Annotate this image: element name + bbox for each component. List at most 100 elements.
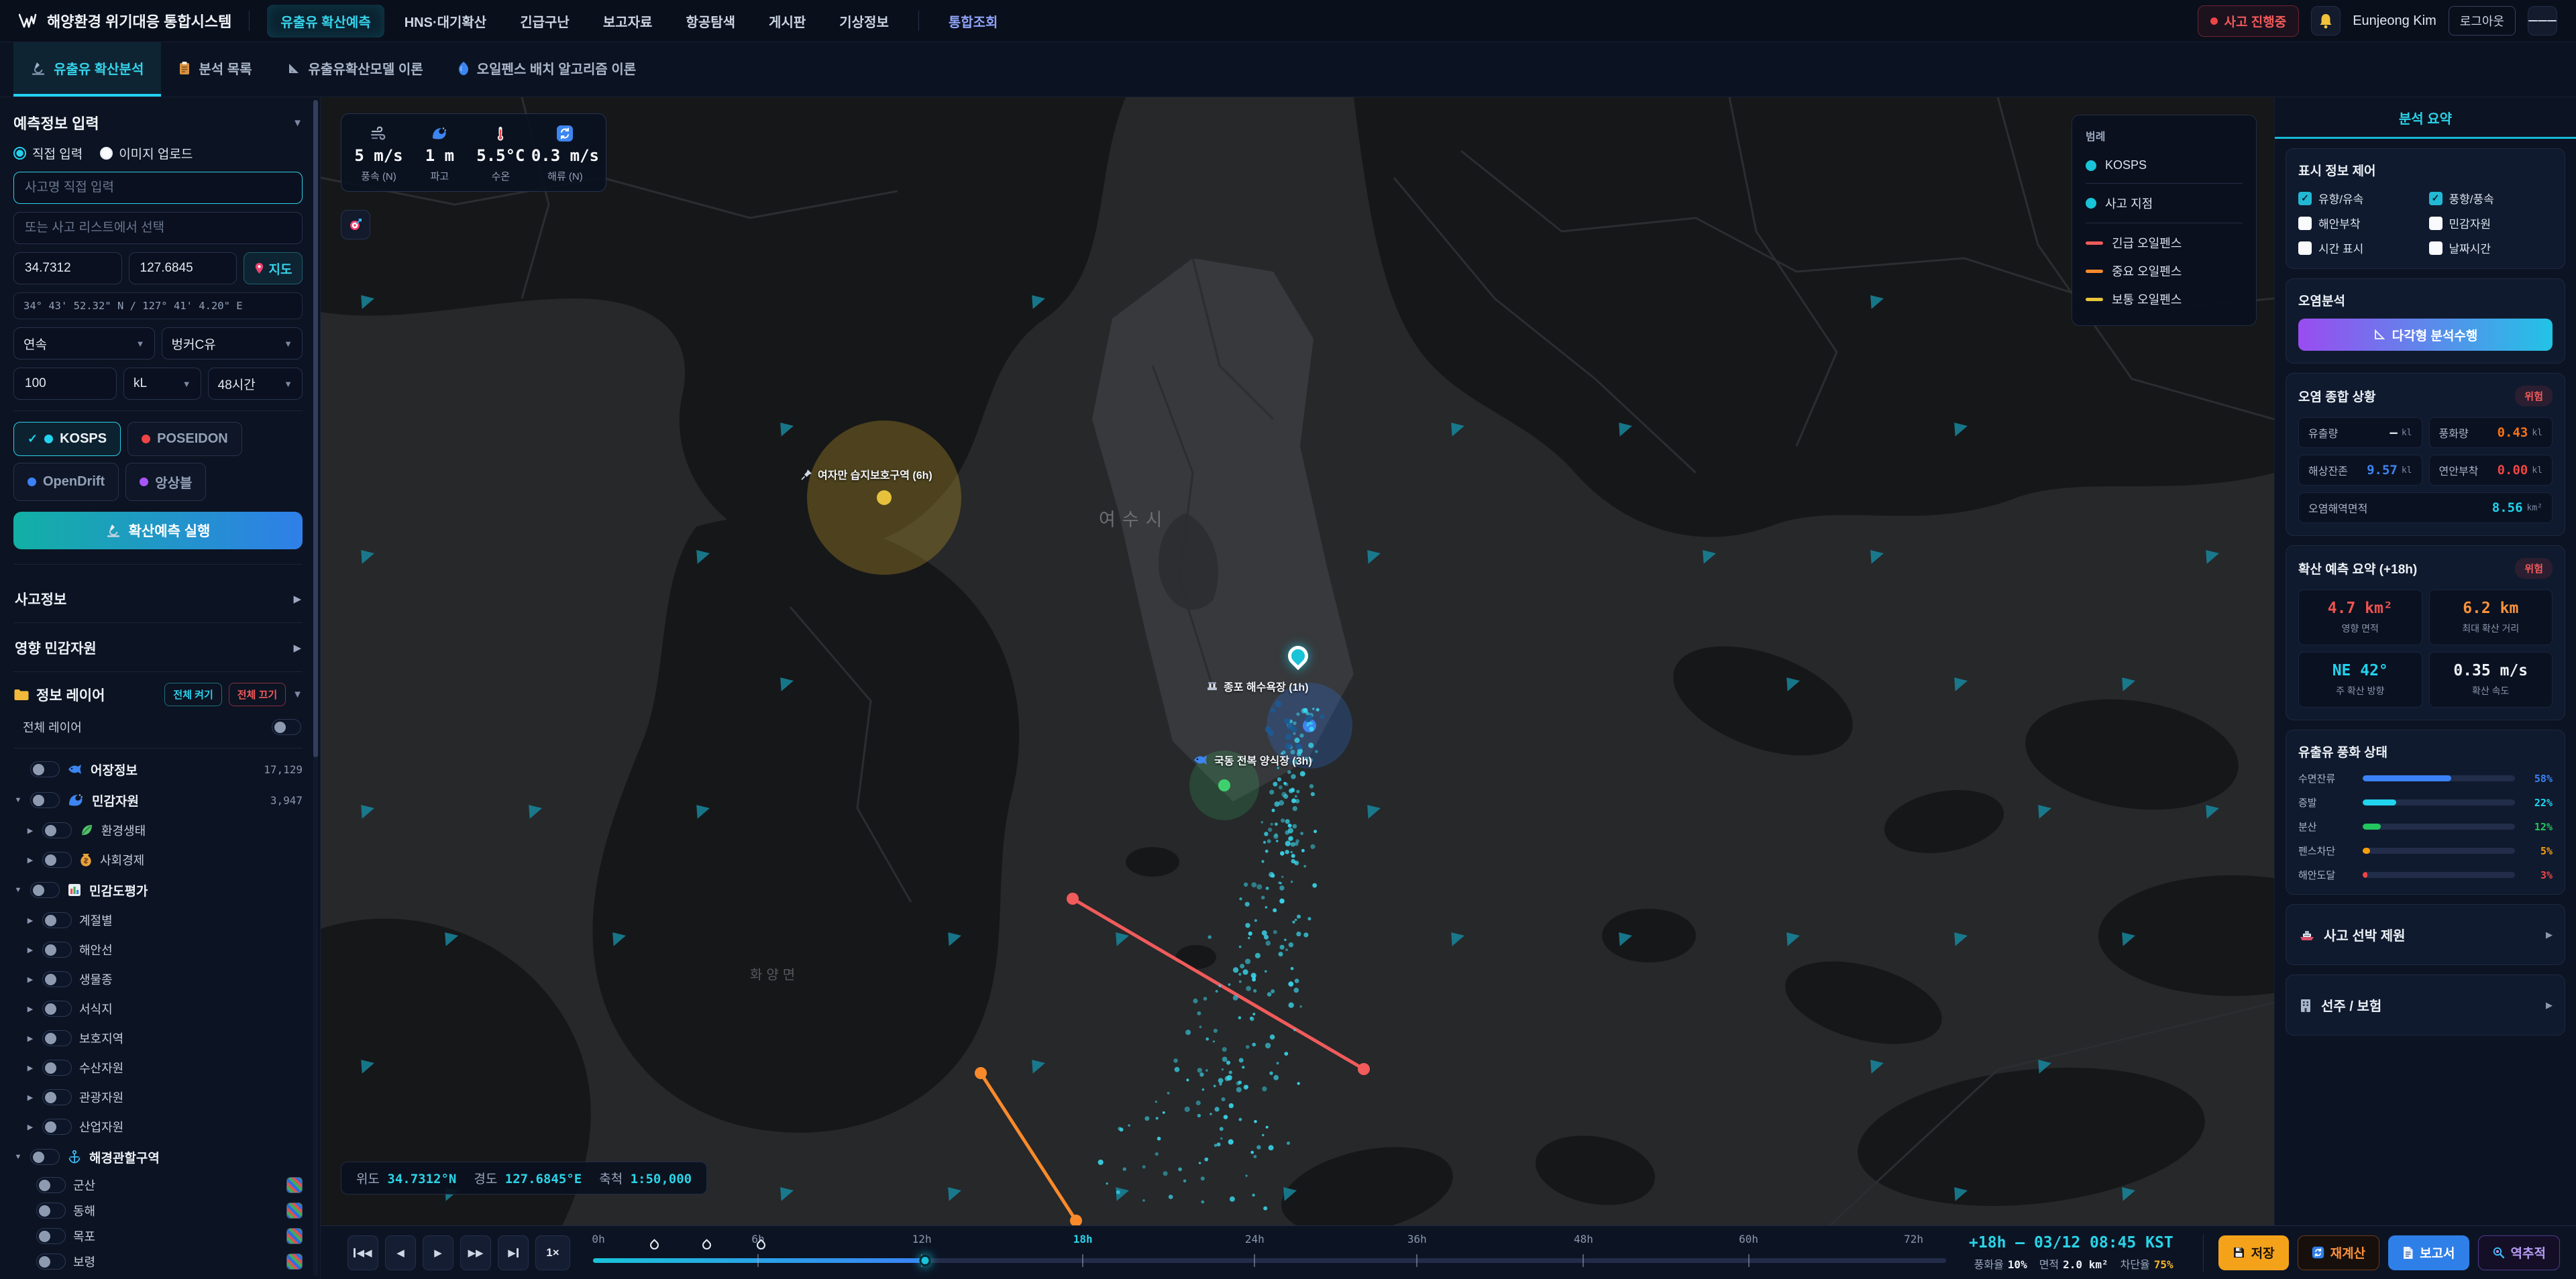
notifications-button[interactable]	[2311, 6, 2341, 36]
unit-select[interactable]: kL▼	[123, 368, 201, 400]
timeline-thumb[interactable]	[920, 1255, 931, 1266]
layer-row-산업자원[interactable]: ▶산업자원	[13, 1112, 303, 1142]
layer-toggle[interactable]	[36, 1203, 66, 1219]
save-button[interactable]: 저장	[2218, 1235, 2289, 1270]
incident-active-badge[interactable]: 사고 진행중	[2198, 5, 2300, 37]
layer-toggle[interactable]	[42, 912, 72, 928]
layer-row-목포[interactable]: 목포	[13, 1223, 303, 1249]
expand-icon[interactable]: ▶	[25, 1093, 35, 1102]
layer-row-군산[interactable]: 군산	[13, 1172, 303, 1198]
nav-item-6[interactable]: 기상정보	[826, 5, 902, 38]
layer-toggle[interactable]	[30, 882, 60, 898]
recalc-button[interactable]: 재계산	[2298, 1235, 2379, 1270]
expand-icon[interactable]: ▶	[25, 946, 35, 954]
expand-icon[interactable]: ▶	[25, 1064, 35, 1072]
expand-icon[interactable]: ▶	[25, 1123, 35, 1131]
expand-icon[interactable]: ▶	[25, 1034, 35, 1043]
map-canvas[interactable]: 5 m/s풍속 (N)1 m파고5.5°C수온0.3 m/s해류 (N) 범례 …	[321, 97, 2274, 1225]
skip-start-button[interactable]: ◀◀	[347, 1235, 378, 1270]
layer-toggle[interactable]	[42, 822, 72, 838]
layers-all-off-button[interactable]: 전체 끄기	[229, 683, 286, 706]
incident-name-input[interactable]	[13, 172, 303, 204]
radio-1[interactable]: 이미지 업로드	[100, 144, 193, 162]
layer-row-해안선[interactable]: ▶해안선	[13, 935, 303, 964]
fence-deploy-marker[interactable]	[701, 1239, 713, 1251]
layer-row-동해[interactable]: 동해	[13, 1198, 303, 1223]
expand-icon[interactable]: ▶	[25, 826, 35, 835]
nav-item-0[interactable]: 유출유 확산예측	[267, 5, 384, 38]
section-0[interactable]: 사고정보▶	[13, 575, 303, 622]
check-시간 표시[interactable]: 시간 표시	[2298, 239, 2422, 256]
layer-toggle[interactable]	[42, 1030, 72, 1046]
layer-style-swatch[interactable]	[286, 1177, 303, 1193]
expand-icon[interactable]: ▶	[25, 916, 35, 925]
layer-row-해경관할구역[interactable]: ▼해경관할구역	[13, 1142, 303, 1172]
playback-speed-button[interactable]: 1×	[535, 1235, 570, 1270]
oil-type-select[interactable]: 벙커C유▼	[162, 327, 303, 359]
fold-card-1[interactable]: 선주 / 보험▶	[2286, 975, 2565, 1036]
model-chip-OpenDrift[interactable]: OpenDrift	[13, 463, 119, 501]
layers-all-on-button[interactable]: 전체 켜기	[164, 683, 221, 706]
nav-item-1[interactable]: HNS·대기확산	[391, 5, 500, 38]
timeline-slider[interactable]: 0h6h12h18h24h36h48h60h72h	[593, 1226, 1946, 1279]
play-button[interactable]: ▶	[423, 1235, 453, 1270]
layer-row-서식지[interactable]: ▶서식지	[13, 994, 303, 1023]
model-chip-KOSPS[interactable]: ✓KOSPS	[13, 422, 121, 456]
fast-forward-button[interactable]: ▶▶	[460, 1235, 491, 1270]
layer-style-swatch[interactable]	[286, 1203, 303, 1219]
collapse-caret-icon[interactable]: ▼	[292, 117, 303, 129]
layer-style-swatch[interactable]	[286, 1254, 303, 1270]
skip-end-button[interactable]: ▶	[498, 1235, 529, 1270]
hamburger-menu-button[interactable]	[2528, 6, 2557, 36]
layer-toggle[interactable]	[42, 1119, 72, 1135]
layer-row-보령[interactable]: 보령	[13, 1249, 303, 1274]
fence-deploy-marker[interactable]	[648, 1239, 660, 1251]
layer-row-환경생태[interactable]: ▶환경생태	[13, 816, 303, 845]
layer-row-관광자원[interactable]: ▶관광자원	[13, 1082, 303, 1112]
expand-icon[interactable]: ▶	[25, 856, 35, 865]
spill-type-select[interactable]: 연속▼	[13, 327, 155, 359]
nav-item-7[interactable]: 통합조회	[935, 5, 1012, 38]
tab-3[interactable]: 오일펜스 배치 알고리즘 이론	[441, 42, 653, 97]
pick-on-map-button[interactable]: 지도	[244, 252, 303, 284]
check-해안부착[interactable]: 해안부착	[2298, 215, 2422, 231]
layer-toggle[interactable]	[36, 1228, 66, 1244]
amount-input[interactable]	[13, 368, 117, 400]
expand-icon[interactable]: ▼	[13, 886, 23, 894]
section-1[interactable]: 영향 민감자원▶	[13, 624, 303, 671]
tab-1[interactable]: 분석 목록	[161, 42, 269, 97]
layer-row-보호지역[interactable]: ▶보호지역	[13, 1023, 303, 1053]
expand-icon[interactable]: ▼	[13, 796, 23, 804]
layer-toggle[interactable]	[36, 1177, 66, 1193]
incident-list-input[interactable]	[13, 212, 303, 244]
model-chip-POSEIDON[interactable]: POSEIDON	[127, 422, 242, 456]
report-button[interactable]: 보고서	[2388, 1235, 2469, 1270]
tab-2[interactable]: 유출유확산모델 이론	[270, 42, 441, 97]
layer-row-사회경제[interactable]: ▶사회경제	[13, 845, 303, 875]
layer-row-민감도평가[interactable]: ▼민감도평가	[13, 875, 303, 905]
layer-row-어장정보[interactable]: 어장정보17,129	[13, 754, 303, 785]
fold-card-0[interactable]: 사고 선박 제원▶	[2286, 904, 2565, 965]
layer-toggle[interactable]	[42, 1060, 72, 1076]
layer-row-민감자원[interactable]: ▼민감자원3,947	[13, 785, 303, 816]
tab-0[interactable]: 유출유 확산분석	[13, 42, 161, 97]
nav-item-4[interactable]: 항공탐색	[672, 5, 749, 38]
nav-item-2[interactable]: 긴급구난	[506, 5, 583, 38]
all-layers-toggle[interactable]	[272, 719, 301, 735]
nav-item-5[interactable]: 게시판	[755, 5, 819, 38]
longitude-input[interactable]	[129, 252, 237, 284]
layer-toggle[interactable]	[42, 852, 72, 868]
expand-icon[interactable]: ▶	[25, 1005, 35, 1013]
trace-button[interactable]: 역추적	[2478, 1235, 2560, 1270]
layer-toggle[interactable]	[42, 971, 72, 987]
check-민감자원[interactable]: 민감자원	[2429, 215, 2553, 231]
radio-0[interactable]: 직접 입력	[13, 144, 83, 162]
layers-collapse-icon[interactable]: ▼	[292, 689, 303, 700]
check-유향/유속[interactable]: ✓유향/유속	[2298, 190, 2422, 207]
run-prediction-button[interactable]: 확산예측 실행	[13, 512, 303, 549]
layer-toggle[interactable]	[30, 761, 60, 777]
layer-toggle[interactable]	[42, 1089, 72, 1105]
layer-row-부산[interactable]: 부산	[13, 1274, 303, 1279]
logout-button[interactable]: 로그아웃	[2449, 6, 2516, 36]
polygon-analysis-button[interactable]: 다각형 분석수행	[2298, 319, 2553, 351]
